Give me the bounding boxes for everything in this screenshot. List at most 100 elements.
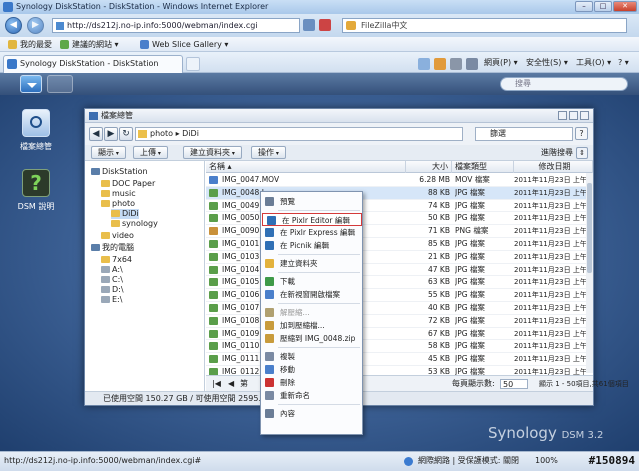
refresh-icon[interactable] (303, 19, 315, 31)
fs-refresh-button[interactable]: ↻ (119, 127, 133, 141)
column-name[interactable]: 名稱 ▴ (206, 161, 406, 173)
minimize-button[interactable]: – (575, 1, 593, 12)
back-button[interactable]: ◀ (5, 17, 22, 34)
desktop-icon-dsm-help[interactable]: ? DSM 說明 (10, 169, 62, 212)
menu-item-open-window[interactable]: 在新視窗開啟檔案 (261, 288, 362, 301)
table-row[interactable]: IMG_0047.MOV 6.28 MB MOV 檔案 2011年11月23日 上午 … (206, 174, 586, 187)
action-button[interactable]: 操作 (251, 146, 286, 159)
mail-icon[interactable] (450, 58, 462, 70)
print-icon[interactable] (466, 58, 478, 70)
tree-node[interactable]: music (101, 189, 136, 199)
menu-item-extract[interactable]: 解壓縮... (261, 306, 362, 319)
file-modified: 2011年11月23日 上午 11:15:06 (514, 252, 586, 261)
create-folder-button[interactable]: 建立資料夾 (183, 146, 242, 159)
url-input[interactable]: http://ds212j.no-ip.info:5000/webman/ind… (52, 18, 300, 33)
tree-node[interactable]: DiDi (111, 209, 139, 219)
tree-node[interactable]: D:\ (101, 285, 124, 295)
safety-menu[interactable]: 安全性(S) ▾ (526, 56, 568, 70)
tree-node[interactable]: video (101, 231, 134, 241)
close-button[interactable]: ✕ (613, 1, 637, 12)
menu-item-copy[interactable]: 複製 (261, 350, 362, 363)
filter-input[interactable]: 篩選 (475, 127, 573, 141)
menu-separator (278, 303, 360, 304)
tree-node[interactable]: C:\ (101, 275, 123, 285)
column-size[interactable]: 大小 (406, 161, 452, 173)
upload-button[interactable]: 上傳 (133, 146, 168, 159)
new-tab-button[interactable] (186, 57, 200, 71)
maximize-button[interactable]: □ (594, 1, 612, 12)
menu-item-pencil[interactable]: 在 Pixlr Editor 編輯 (262, 213, 362, 226)
tree-node[interactable]: DiskStation (91, 167, 148, 177)
status-url: http://ds212j.no-ip.info:5000/webman/ind… (4, 456, 202, 465)
file-type: JPG 檔案 (455, 264, 485, 274)
per-page-select[interactable]: 50 (500, 379, 528, 389)
column-type[interactable]: 檔案類型 (452, 161, 514, 173)
file-icon (209, 252, 218, 261)
file-station-toolbar: 顯示 上傳 建立資料夾 操作 進階搜尋 ⇕ (85, 145, 593, 161)
menu-separator (278, 347, 360, 348)
tree-node[interactable]: DOC Paper (101, 179, 155, 189)
menu-item-new-folder[interactable]: 建立資料夾 (261, 257, 362, 270)
search-provider-input[interactable]: FileZilla中文 (342, 18, 627, 33)
fs-forward-button[interactable]: ▶ (104, 127, 118, 141)
dsm-search-input[interactable]: 搜尋 (500, 77, 628, 91)
prev-page-button[interactable]: ◀ (228, 376, 234, 392)
menu-item-preview[interactable]: 預覽 (261, 195, 362, 208)
file-list-scrollbar[interactable] (586, 173, 593, 373)
menu-item-properties[interactable]: 內容 (261, 407, 362, 420)
menu-item-move[interactable]: 移動 (261, 363, 362, 376)
desktop-icon-file-station[interactable]: 檔案總管 (10, 109, 62, 152)
page-menu[interactable]: 網頁(P) ▾ (484, 56, 518, 70)
fs-help-button[interactable]: ? (575, 127, 588, 140)
feeds-icon[interactable] (434, 58, 446, 70)
column-modified[interactable]: 修改日期 (514, 161, 593, 173)
menu-item-archive[interactable]: 加到壓縮檔... (261, 319, 362, 332)
menu-item-download[interactable]: 下載 (261, 275, 362, 288)
menu-item-delete[interactable]: 刪除 (261, 376, 362, 389)
menu-item-pencil[interactable]: 在 Picnik 編輯 (261, 239, 362, 252)
file-list-header: 名稱 ▴ 大小 檔案類型 修改日期 (206, 161, 593, 173)
menu-item-pencil[interactable]: 在 Pixlr Express 編輯 (261, 226, 362, 239)
fs-back-button[interactable]: ◀ (89, 127, 103, 141)
menu-item-rename[interactable]: 重新命名 (261, 389, 362, 402)
file-station-titlebar[interactable]: 檔案總管 (85, 109, 593, 123)
tree-node[interactable]: A:\ (101, 265, 123, 275)
tree-node[interactable]: E:\ (101, 295, 122, 305)
forward-button[interactable]: ▶ (27, 17, 44, 34)
file-type: JPG 檔案 (455, 315, 485, 325)
tree-node[interactable]: photo (101, 199, 135, 209)
first-page-button[interactable]: |◀ (212, 376, 221, 392)
tools-menu[interactable]: 工具(O) ▾ (576, 56, 611, 70)
file-icon (209, 265, 218, 274)
tab-bar: Synology DiskStation - DiskStation 網頁(P)… (0, 52, 639, 73)
file-size: 50 KB (428, 213, 450, 223)
suggested-sites-link[interactable]: 建議的網站 ▾ (60, 37, 119, 52)
tree-node[interactable]: 我的電腦 (91, 243, 134, 253)
tree-node[interactable]: synology (111, 219, 158, 229)
synology-brand: Synology DSM 3.2 (488, 424, 603, 442)
dsm-window-button[interactable] (47, 75, 73, 93)
scrollbar-thumb[interactable] (587, 183, 592, 273)
stop-icon[interactable] (319, 19, 331, 31)
path-bar[interactable]: photo ▸ DiDi (135, 127, 463, 141)
dsm-main-menu-button[interactable] (20, 75, 42, 93)
file-type: JPG 檔案 (455, 367, 485, 375)
advanced-search-icon[interactable]: ⇕ (576, 147, 588, 159)
menu-item-archive[interactable]: 壓縮到 IMG_0048.zip (261, 332, 362, 345)
tab-dsm[interactable]: Synology DiskStation - DiskStation (3, 55, 183, 73)
fs-minimize-button[interactable] (558, 111, 567, 120)
fs-maximize-button[interactable] (569, 111, 578, 120)
file-station-title: 檔案總管 (101, 111, 133, 120)
fs-close-button[interactable] (580, 111, 589, 120)
zoom-level[interactable]: 100% (535, 452, 558, 470)
file-size: 58 KB (428, 341, 450, 351)
home-icon[interactable] (418, 58, 430, 70)
help-menu[interactable]: ? ▾ (618, 56, 629, 70)
tree-node[interactable]: 7x64 (101, 255, 132, 265)
pager-summary: 顯示 1 - 50項目,共61個項目 (539, 380, 629, 388)
favorites-button[interactable]: 我的最愛 (8, 37, 52, 52)
menu-item-label: 在 Pixlr Editor 編輯 (282, 216, 350, 225)
view-button[interactable]: 顯示 (91, 146, 126, 159)
web-slice-gallery-link[interactable]: Web Slice Gallery ▾ (140, 37, 228, 52)
advanced-search-link[interactable]: 進階搜尋 (541, 147, 573, 159)
